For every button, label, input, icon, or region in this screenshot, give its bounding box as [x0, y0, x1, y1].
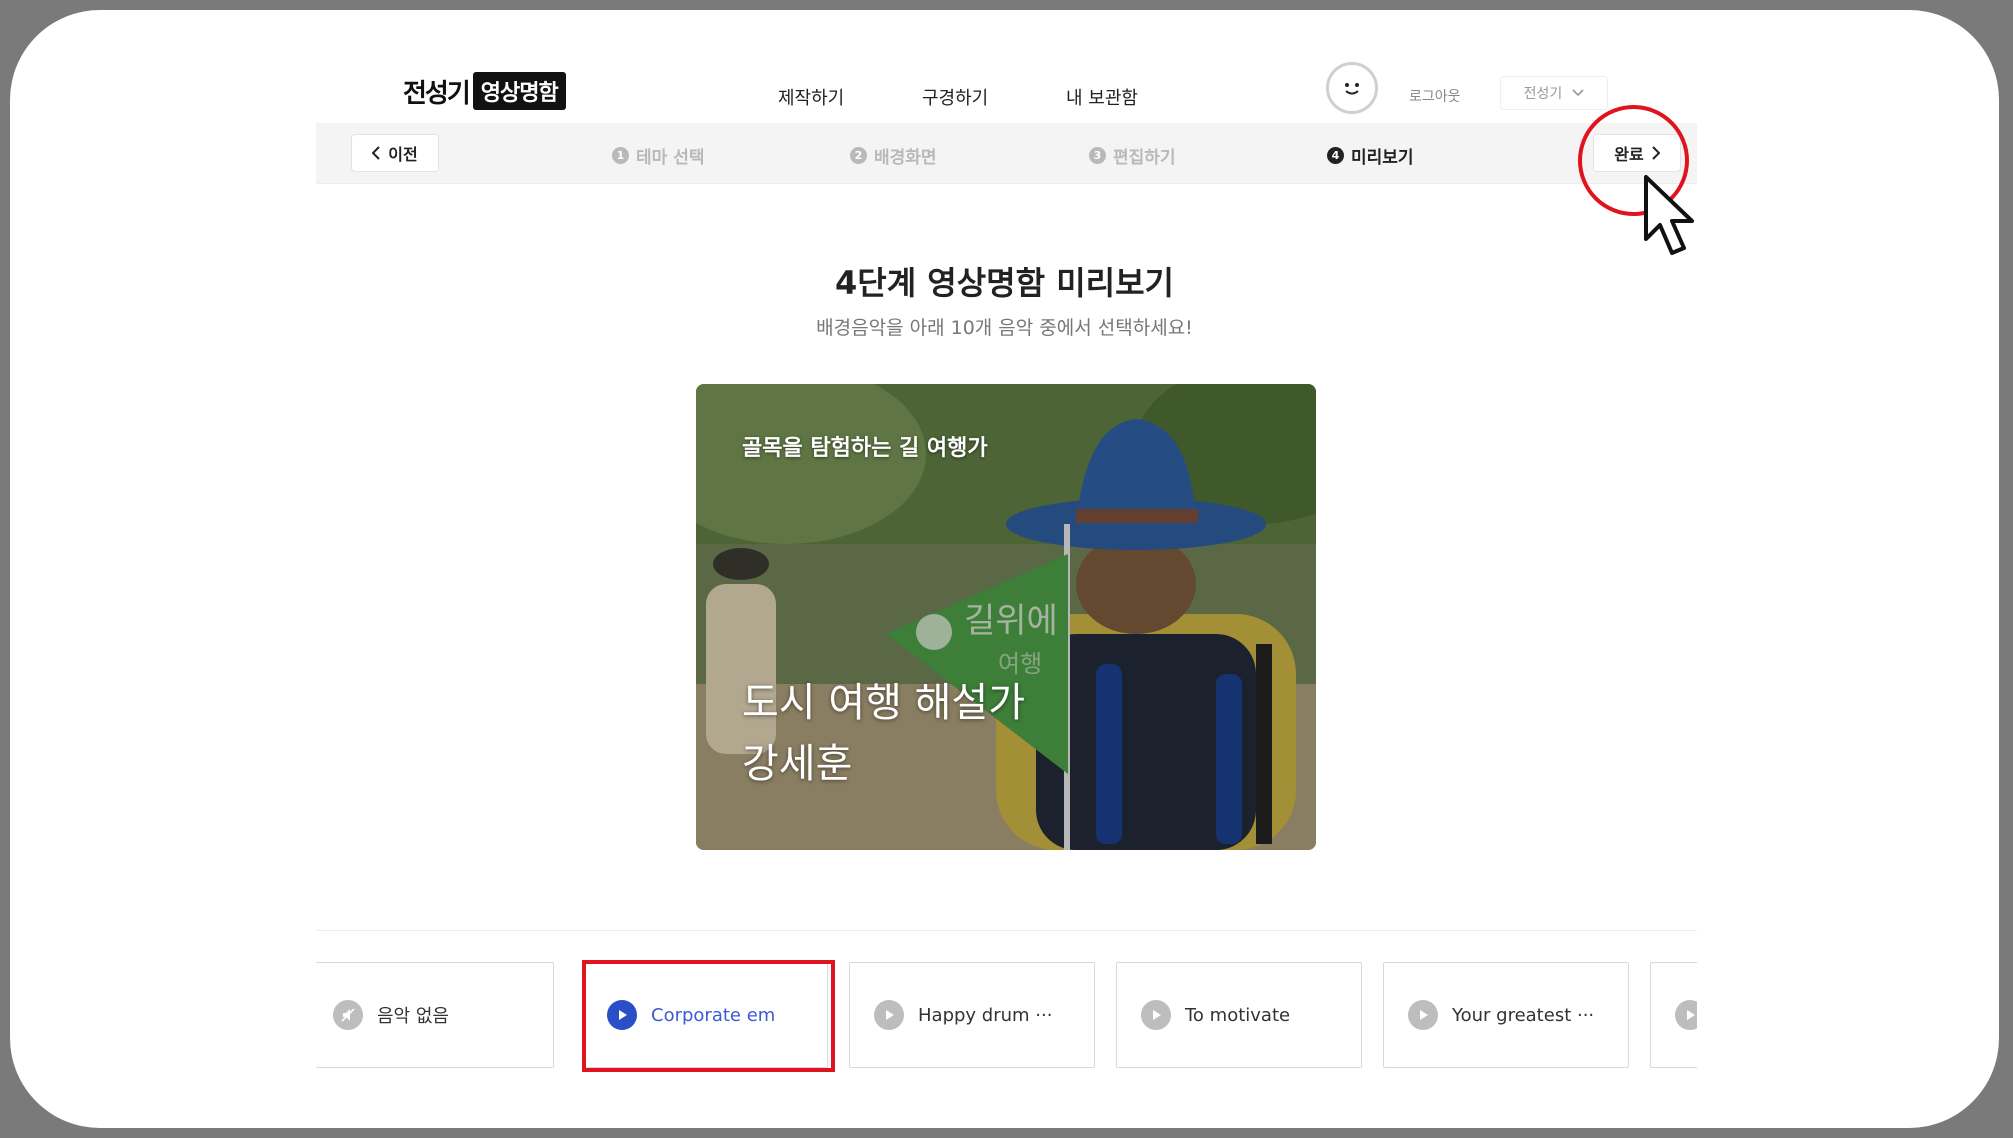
step-label: 편집하기: [1113, 148, 1176, 168]
step-label: 미리보기: [1351, 148, 1414, 168]
done-button[interactable]: 완료: [1593, 134, 1681, 172]
logo-text-2: 영상명함: [472, 72, 566, 110]
music-item-your-greatest[interactable]: Your greatest ···: [1383, 962, 1629, 1068]
music-label: Your greatest ···: [1452, 1004, 1595, 1026]
play-icon: [1675, 1000, 1697, 1030]
smiley-icon: [1345, 83, 1359, 95]
page-subtitle: 배경음악을 아래 10개 음악 중에서 선택하세요!: [816, 317, 1193, 339]
chevron-right-icon: [1652, 146, 1660, 160]
logout-link[interactable]: 로그아웃: [1409, 86, 1461, 106]
music-item-happy-drum[interactable]: Happy drum ···: [849, 962, 1095, 1068]
play-icon: [607, 1000, 637, 1030]
play-icon: [1408, 1000, 1438, 1030]
step-3: 3 편집하기: [1089, 143, 1176, 168]
music-item-to-motivate[interactable]: To motivate: [1116, 962, 1362, 1068]
play-icon: [874, 1000, 904, 1030]
nav-browse[interactable]: 구경하기: [922, 84, 988, 110]
music-list[interactable]: 음악 없음 Corporate em Happy drum ··· To mot…: [316, 952, 1697, 1072]
music-item-none[interactable]: 음악 없음: [316, 962, 554, 1068]
divider: [316, 930, 1697, 931]
step-number: 4: [1327, 147, 1344, 164]
music-item-corporate[interactable]: Corporate em: [582, 962, 828, 1068]
browser-frame: 전성기 영상명함 제작하기 구경하기 내 보관함 로그아웃 전성기 이전 1 테…: [10, 10, 1999, 1128]
step-4: 4 미리보기: [1327, 143, 1414, 168]
music-label: 음악 없음: [377, 1006, 449, 1027]
preview-job: 도시 여행 해설가: [742, 680, 1026, 726]
site-logo[interactable]: 전성기 영상명함: [403, 72, 566, 110]
step-label: 테마 선택: [636, 148, 705, 168]
logo-text-1: 전성기: [403, 78, 471, 109]
nav-make[interactable]: 제작하기: [778, 84, 844, 110]
video-card-preview: 길위에 여행 골목을 탐험하는 길 여행가 도시 여행 해설가 강세훈: [696, 384, 1316, 850]
chevron-left-icon: [372, 146, 380, 160]
play-icon: [1141, 1000, 1171, 1030]
prev-button[interactable]: 이전: [351, 134, 439, 172]
step-bar: 이전 1 테마 선택 2 배경화면 3 편집하기 4 미리보기 완료: [316, 123, 1697, 184]
user-name: 전성기: [1523, 86, 1563, 102]
nav-my-storage[interactable]: 내 보관함: [1066, 84, 1138, 110]
user-dropdown[interactable]: 전성기: [1500, 76, 1608, 110]
step-number: 1: [612, 147, 629, 164]
preview-tagline: 골목을 탐험하는 길 여행가: [742, 436, 988, 461]
step-number: 3: [1089, 147, 1106, 164]
mute-icon: [333, 1000, 363, 1030]
step-1: 1 테마 선택: [612, 143, 704, 168]
step-label: 배경화면: [874, 148, 937, 168]
step-2: 2 배경화면: [850, 143, 937, 168]
step-number: 2: [850, 147, 867, 164]
music-label: Corporate em: [651, 1004, 776, 1026]
prev-label: 이전: [388, 145, 418, 164]
music-label: Happy drum ···: [918, 1004, 1053, 1026]
music-label: To motivate: [1185, 1004, 1291, 1026]
chevron-down-icon: [1572, 89, 1584, 97]
mouse-pointer-icon: [1644, 175, 1694, 255]
music-item-partial[interactable]: [1650, 962, 1697, 1068]
preview-name: 강세훈: [742, 741, 853, 787]
avatar[interactable]: [1326, 62, 1378, 114]
page-title: 4단계 영상명함 미리보기: [835, 264, 1174, 302]
done-label: 완료: [1614, 145, 1644, 164]
